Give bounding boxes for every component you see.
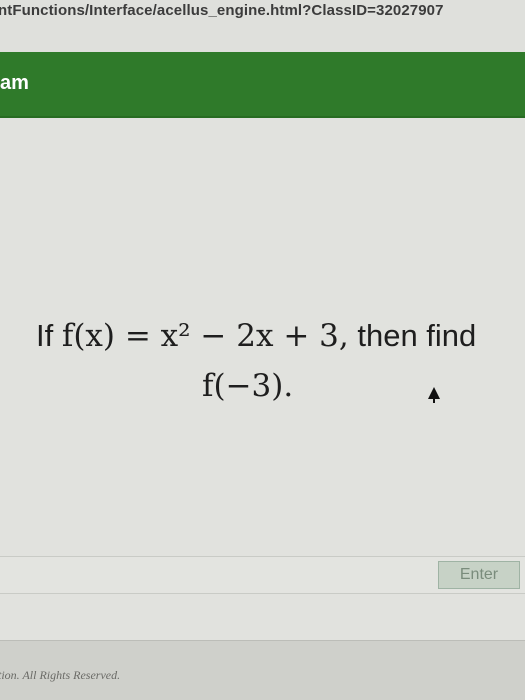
header-bar: am (0, 52, 525, 118)
app-window: ntFunctions/Interface/acellus_engine.htm… (0, 0, 525, 700)
url-text[interactable]: ntFunctions/Interface/acellus_engine.htm… (0, 2, 444, 19)
question-suffix: then find (348, 318, 477, 353)
header-title: am (0, 72, 29, 94)
enter-button[interactable]: Enter (438, 561, 520, 589)
question-line-1: If f(x) = x² − 2x + 3, then find (36, 318, 476, 354)
evaluate-expression: f(−3). (202, 368, 294, 404)
browser-address-bar[interactable]: ntFunctions/Interface/acellus_engine.htm… (0, 0, 525, 52)
function-expression: f(x) = x² − 2x + 3, (61, 318, 349, 354)
footer: tion. All Rights Reserved. (0, 640, 525, 700)
question-prefix: If (36, 318, 62, 353)
footer-copyright: tion. All Rights Reserved. (0, 668, 121, 682)
mouse-pointer-icon (428, 387, 440, 403)
answer-row: Enter (0, 556, 525, 594)
answer-input[interactable] (0, 557, 430, 593)
question-line-2: f(−3). (202, 368, 293, 404)
